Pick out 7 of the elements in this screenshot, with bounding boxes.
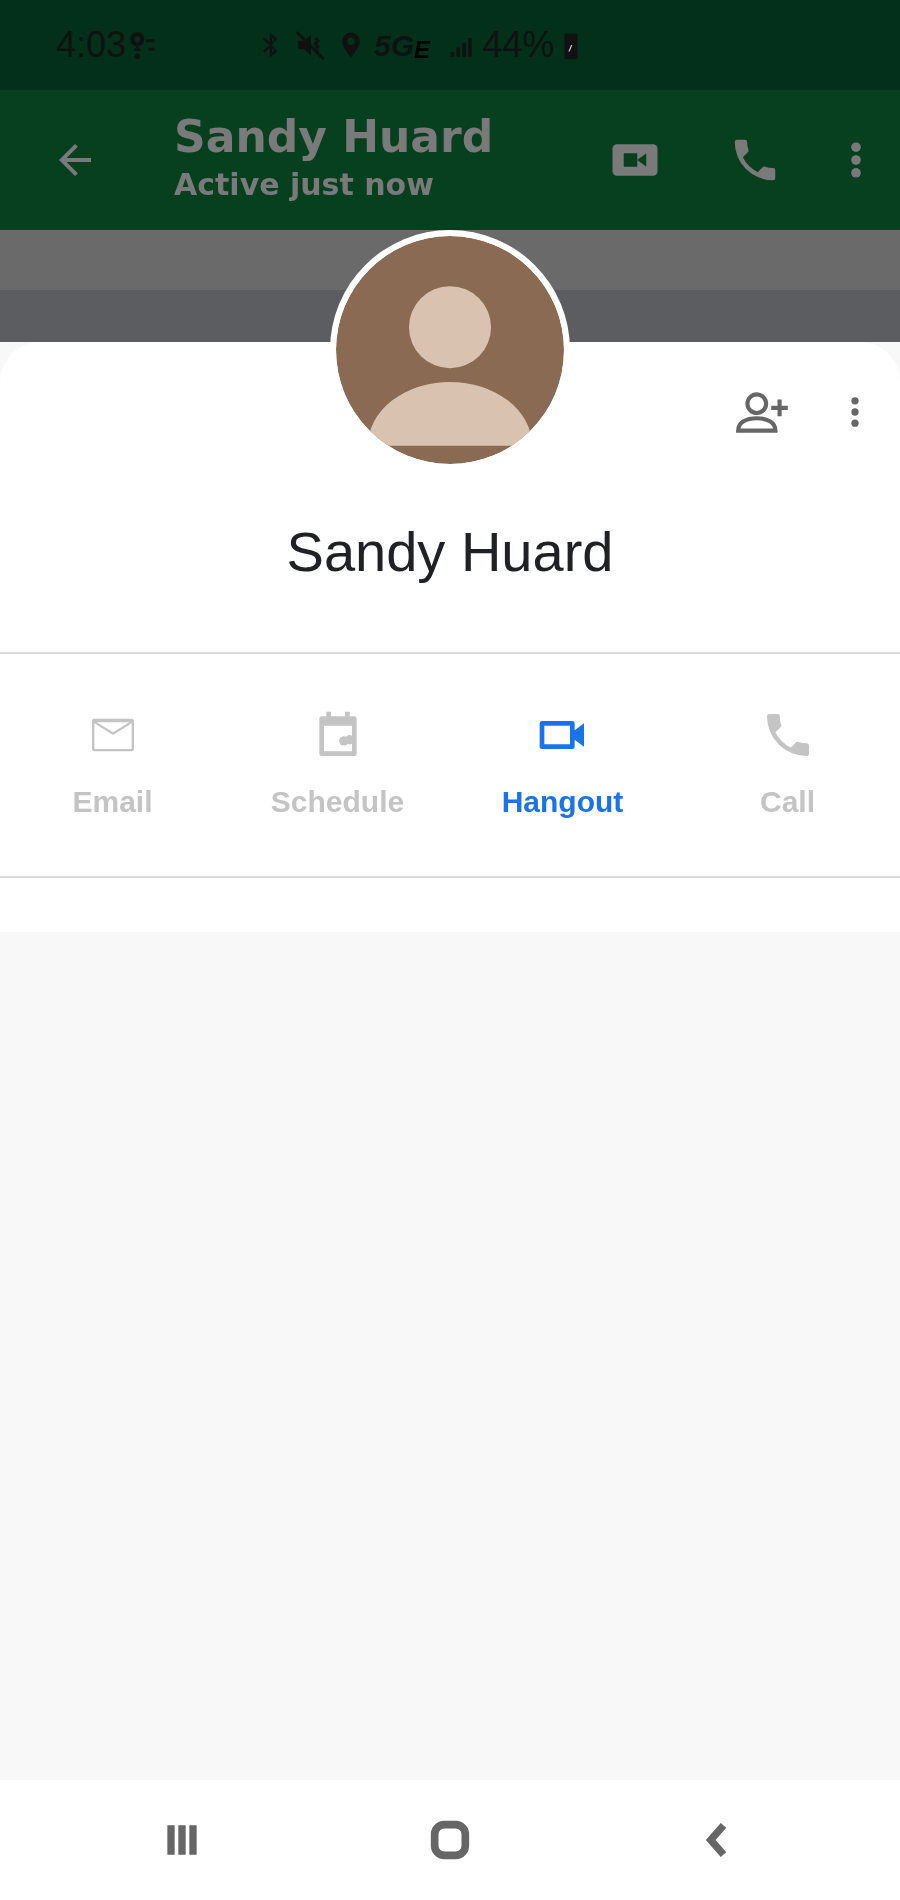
chat-status: Active just now <box>174 165 435 204</box>
action-tab[interactable]: Call <box>675 706 900 824</box>
contact-name: Sandy Huard <box>286 520 614 583</box>
action-tab[interactable]: Hangout <box>450 706 675 824</box>
action-tab[interactable]: Email <box>0 706 225 824</box>
action-tab[interactable]: Schedule <box>225 706 450 824</box>
chat-title: Sandy Huard <box>174 113 495 162</box>
